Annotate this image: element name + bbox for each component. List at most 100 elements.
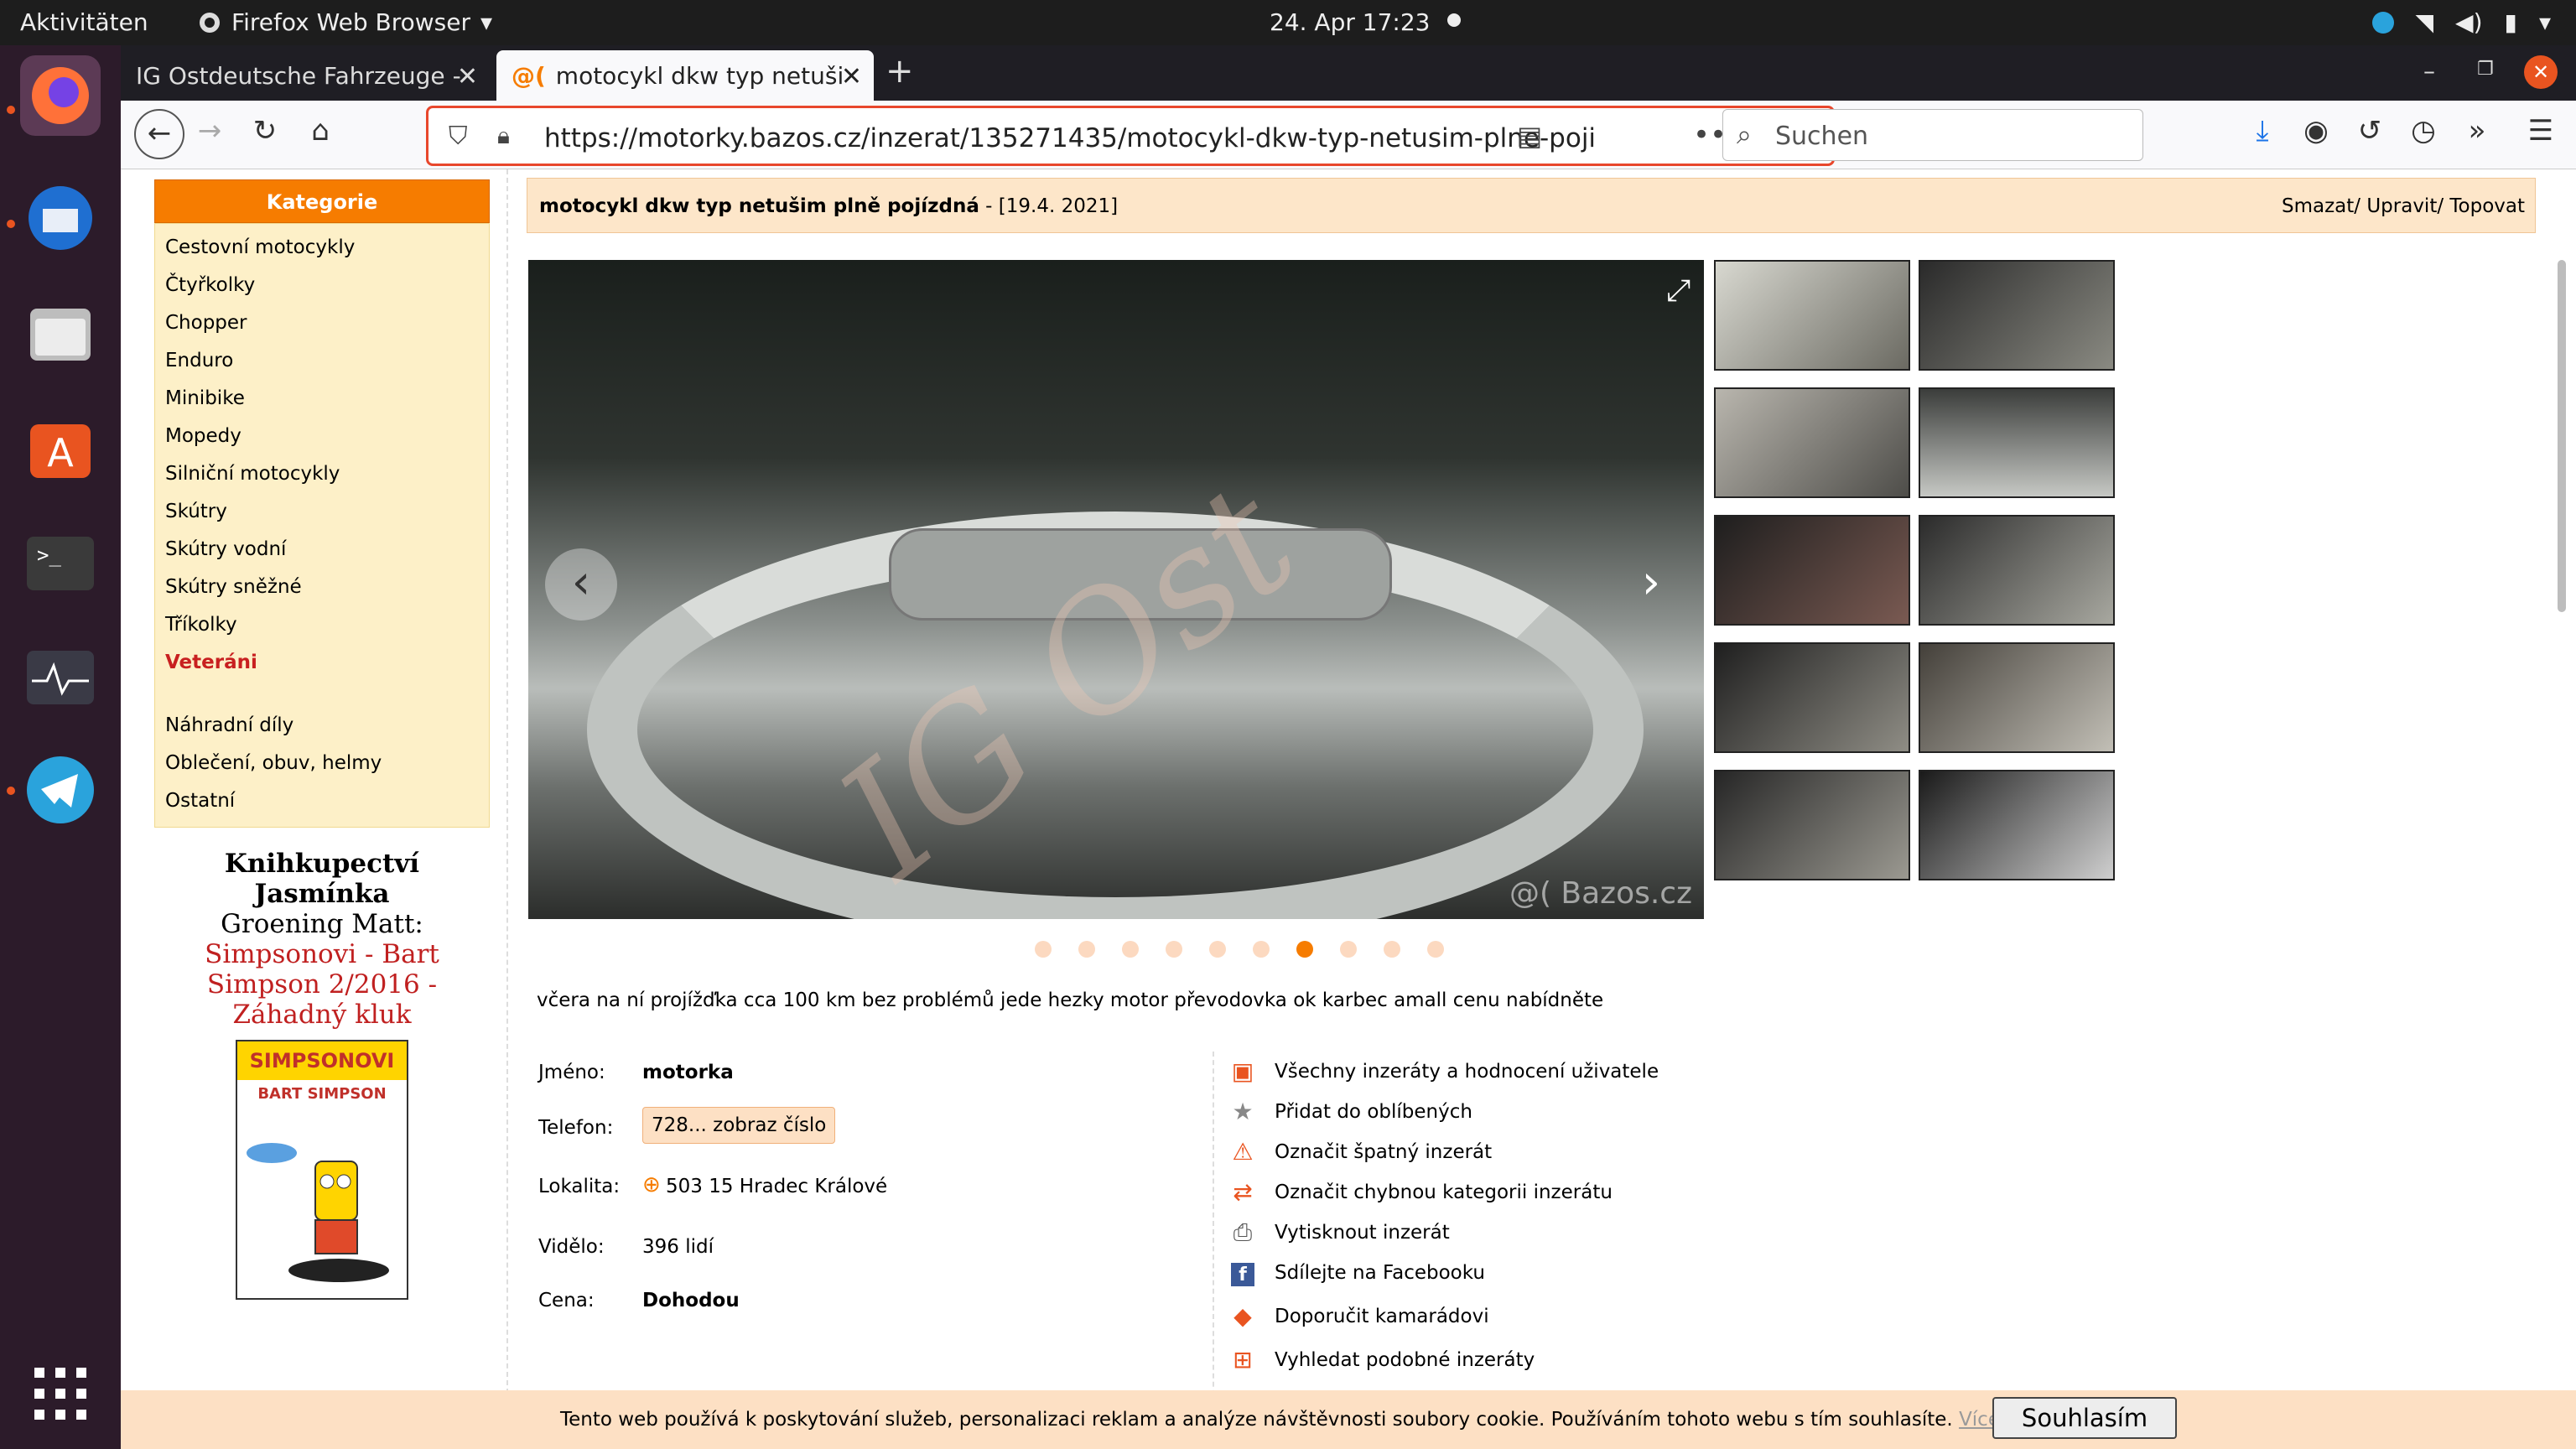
pager-dot[interactable] xyxy=(1253,941,1270,958)
bookstore-promo[interactable]: Knihkupectví Jasmínka Groening Matt: Sim… xyxy=(154,849,490,1300)
thumbnail[interactable] xyxy=(1919,260,2115,371)
thumbnail[interactable] xyxy=(1714,770,1910,880)
book-cover-image[interactable]: SIMPSONOVI BART SIMPSON xyxy=(236,1040,408,1300)
app-menu[interactable]: Firefox Web Browser ▾ xyxy=(198,8,492,36)
category-item-selected[interactable]: Veteráni xyxy=(165,644,479,682)
pager-dot[interactable] xyxy=(1166,941,1182,958)
cookie-accept-button[interactable]: Souhlasím xyxy=(1992,1397,2177,1439)
category-item[interactable]: Cestovní motocykly xyxy=(165,229,479,267)
category-item[interactable]: Skútry xyxy=(165,493,479,531)
seller-name[interactable]: motorka xyxy=(642,1062,734,1083)
next-photo-button[interactable]: › xyxy=(1615,548,1687,621)
promo-book-title[interactable]: Simpson 2/2016 - xyxy=(154,969,490,1000)
reload-icon[interactable]: ↻ xyxy=(245,114,285,148)
promo-shop-name[interactable]: Jasmínka xyxy=(154,879,490,909)
reader-view-icon[interactable]: ▤ xyxy=(1517,120,1542,152)
action-report-listing[interactable]: ⚠ Označit špatný inzerát xyxy=(1228,1137,1492,1167)
promo-author[interactable]: Groening Matt: xyxy=(154,909,490,939)
category-item[interactable]: Enduro xyxy=(165,342,479,380)
thumbnail[interactable] xyxy=(1919,770,2115,880)
lock-icon[interactable]: 🔒︎ xyxy=(497,122,510,150)
close-icon[interactable]: ✕ xyxy=(841,62,862,91)
close-icon[interactable]: ✕ xyxy=(457,62,478,91)
shield-icon[interactable]: ⛉ xyxy=(449,122,468,151)
battery-icon[interactable]: ▮ xyxy=(2505,8,2517,36)
listing-admin-links[interactable]: Smazat/ Upravit/ Topovat xyxy=(2282,195,2525,217)
thumbnail[interactable] xyxy=(1714,642,1910,753)
back-arrow-icon[interactable]: ← xyxy=(134,109,184,159)
thumbnail[interactable] xyxy=(1714,515,1910,626)
software-icon[interactable]: A xyxy=(20,408,101,488)
chevron-down-icon[interactable]: ▾ xyxy=(2539,8,2551,36)
pager-dot[interactable] xyxy=(1340,941,1357,958)
category-item[interactable]: Skútry sněžné xyxy=(165,569,479,606)
category-item[interactable]: Tříkolky xyxy=(165,606,479,644)
url-text[interactable]: https://motorky.bazos.cz/inzerat/1352714… xyxy=(544,123,1596,153)
page-scrollbar[interactable] xyxy=(2558,260,2566,612)
action-recommend-friend[interactable]: ◆ Doporučit kamarádovi xyxy=(1228,1301,1488,1332)
thumbnail[interactable] xyxy=(1714,260,1910,371)
show-apps-icon[interactable] xyxy=(20,1353,101,1434)
new-tab-icon[interactable]: + xyxy=(886,52,914,91)
account-icon[interactable]: ◉ xyxy=(2296,114,2336,148)
system-monitor-icon[interactable] xyxy=(20,637,101,718)
promo-book-title[interactable]: Záhadný kluk xyxy=(154,1000,490,1030)
action-add-favorite[interactable]: ★ Přidat do oblíbených xyxy=(1228,1097,1472,1127)
action-find-similar[interactable]: ⊞ Vyhledat podobné inzeráty xyxy=(1228,1345,1535,1375)
window-close-icon[interactable]: ✕ xyxy=(2524,55,2558,89)
hamburger-menu-icon[interactable]: ☰ xyxy=(2521,114,2561,148)
pager-dot[interactable] xyxy=(1427,941,1444,958)
pager-dot-active[interactable] xyxy=(1296,941,1313,958)
action-share-facebook[interactable]: f Sdílejte na Facebooku xyxy=(1228,1258,1485,1288)
category-item[interactable]: Chopper xyxy=(165,304,479,342)
action-print[interactable]: ⎙ Vytisknout inzerát xyxy=(1228,1218,1450,1248)
minimize-icon[interactable]: – xyxy=(2423,57,2435,85)
tab-ig-ostdeutsche[interactable]: IG Ostdeutsche Fahrzeuge - ✕ xyxy=(121,50,490,101)
category-item[interactable]: Čtyřkolky xyxy=(165,267,479,304)
files-icon[interactable] xyxy=(20,293,101,374)
action-all-listings[interactable]: ▣ Všechny inzeráty a hodnocení uživatele xyxy=(1228,1057,1659,1087)
action-report-category[interactable]: ⇄ Označit chybnou kategorii inzerátu xyxy=(1228,1177,1613,1208)
pager-dot[interactable] xyxy=(1209,941,1226,958)
promo-shop-name[interactable]: Knihkupectví xyxy=(154,849,490,879)
home-icon[interactable]: ⌂ xyxy=(300,114,340,148)
pager-dot[interactable] xyxy=(1384,941,1400,958)
thumbnail[interactable] xyxy=(1714,387,1910,498)
category-item[interactable]: Mopedy xyxy=(165,418,479,455)
category-item[interactable]: Minibike xyxy=(165,380,479,418)
address-bar[interactable]: ⛉ 🔒︎ https://motorky.bazos.cz/inzerat/13… xyxy=(426,106,1835,166)
clock[interactable]: 24. Apr 17:23 xyxy=(1270,8,1430,36)
maximize-icon[interactable]: ❐ xyxy=(2477,59,2494,80)
thumbnail[interactable] xyxy=(1919,387,2115,498)
volume-icon[interactable]: ◀) xyxy=(2455,8,2482,36)
pager-dot[interactable] xyxy=(1078,941,1095,958)
history-icon[interactable]: ↺ xyxy=(2350,114,2390,148)
main-photo[interactable]: ‹ › ⤢ @( Bazos.cz xyxy=(528,260,1704,919)
tab-motocykl[interactable]: @( motocykl dkw typ netuši ✕ xyxy=(496,50,874,101)
wifi-icon[interactable]: ◥ xyxy=(2416,8,2434,36)
fullscreen-icon[interactable]: ⤢ xyxy=(1666,273,1690,309)
category-item[interactable]: Silniční motocykly xyxy=(165,455,479,493)
thumbnail[interactable] xyxy=(1919,642,2115,753)
forward-arrow-icon[interactable]: → xyxy=(190,114,230,148)
prev-photo-button[interactable]: ‹ xyxy=(545,548,617,621)
category-item[interactable]: Ostatní xyxy=(165,782,479,820)
telegram-icon[interactable] xyxy=(20,750,101,830)
category-item[interactable]: Náhradní díly xyxy=(165,707,479,745)
category-item[interactable]: Skútry vodní xyxy=(165,531,479,569)
show-phone-button[interactable]: 728... zobraz číslo xyxy=(642,1107,836,1144)
search-input[interactable]: ⌕ Suchen xyxy=(1722,109,2143,161)
category-item[interactable]: Oblečení, obuv, helmy xyxy=(165,745,479,782)
activities-button[interactable]: Aktivitäten xyxy=(20,8,148,36)
clock-icon[interactable]: ◷ xyxy=(2403,114,2444,148)
promo-book-title[interactable]: Simpsonovi - Bart xyxy=(154,939,490,969)
pager-dot[interactable] xyxy=(1122,941,1139,958)
download-icon[interactable]: ⤓ xyxy=(2242,114,2283,148)
overflow-menu-icon[interactable]: » xyxy=(2457,114,2497,148)
system-tray[interactable]: ◥ ◀) ▮ ▾ xyxy=(2371,8,2551,36)
thunderbird-icon[interactable] xyxy=(20,178,101,258)
terminal-icon[interactable]: >_ xyxy=(20,523,101,604)
firefox-icon[interactable] xyxy=(20,55,101,136)
thumbnail[interactable] xyxy=(1919,515,2115,626)
map-search-icon[interactable]: ⊕ xyxy=(642,1172,661,1197)
